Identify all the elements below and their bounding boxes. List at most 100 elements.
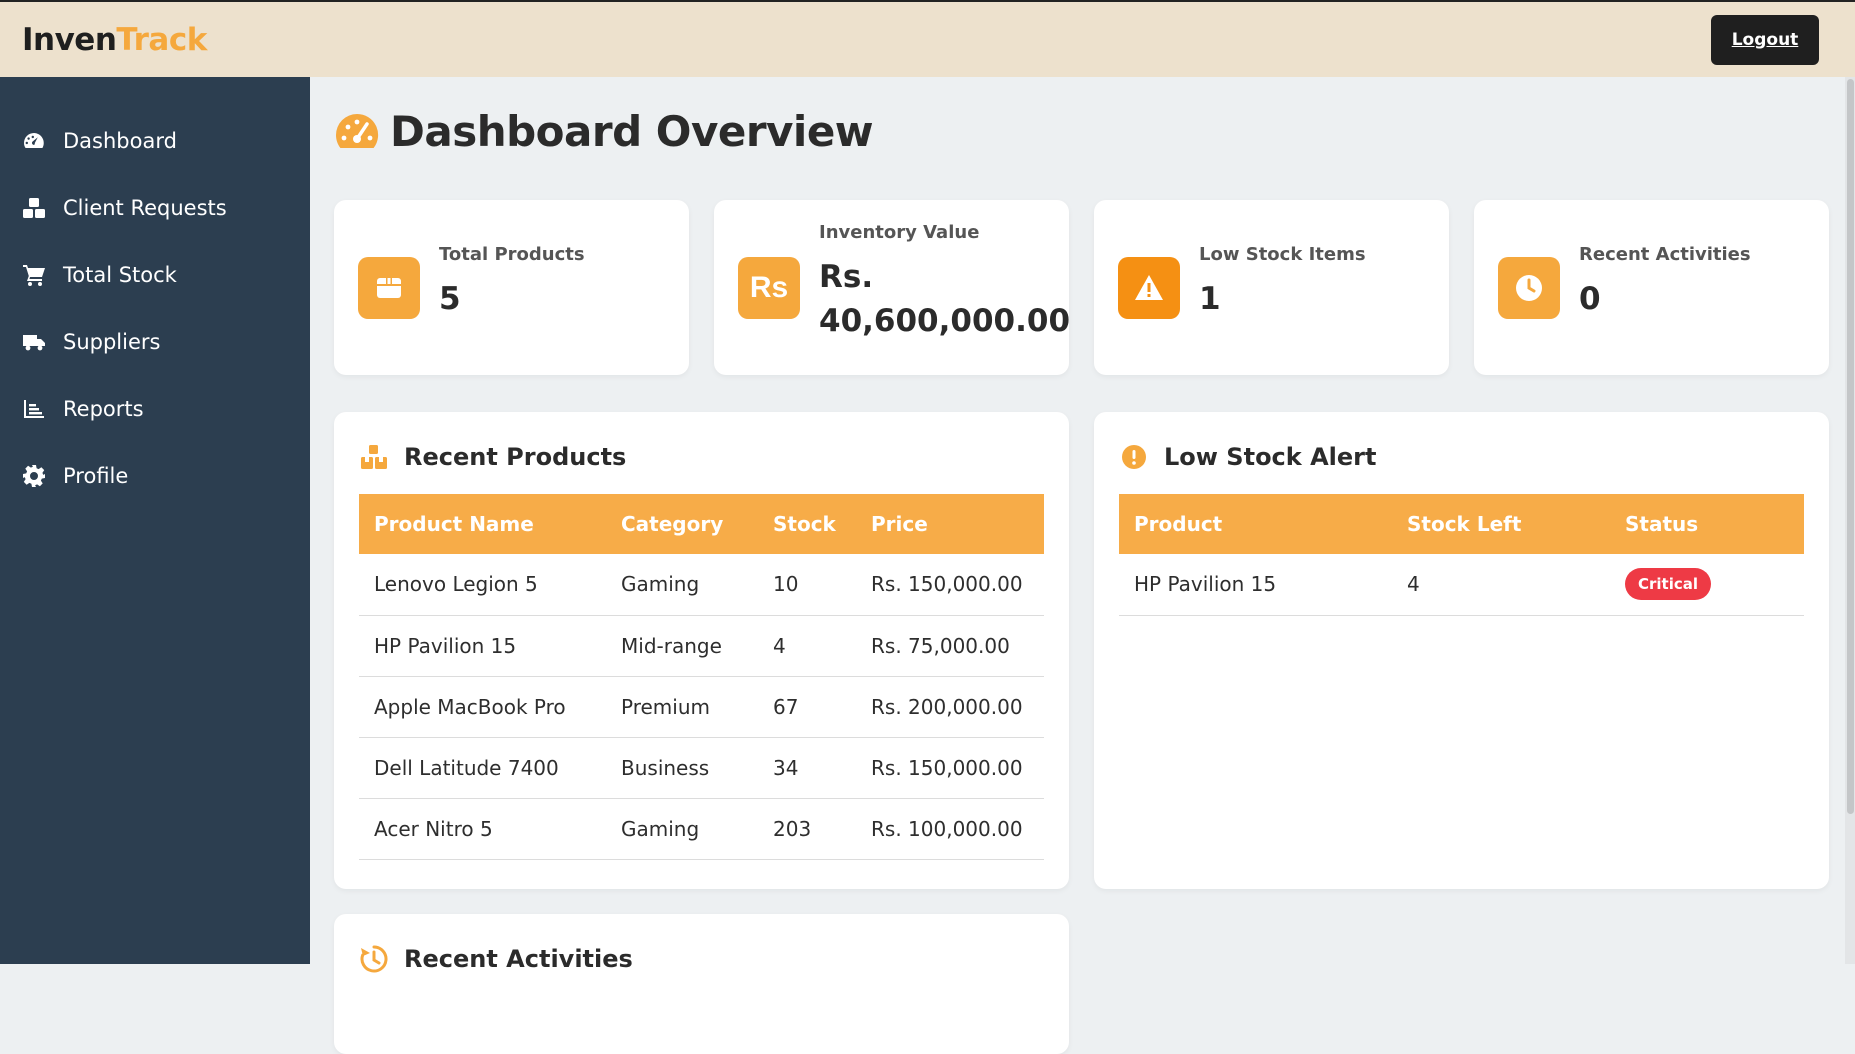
gauge-icon	[336, 113, 379, 148]
panel-title: Low Stock Alert	[1164, 443, 1377, 471]
cart-icon	[21, 262, 47, 288]
sidebar-item-suppliers[interactable]: Suppliers	[0, 308, 310, 375]
cell-stock: 10	[758, 554, 856, 616]
column-header[interactable]: Price	[856, 494, 1044, 554]
sidebar-item-client-requests[interactable]: Client Requests	[0, 174, 310, 241]
recent-activities-panel: Recent Activities	[334, 914, 1069, 1054]
stat-label: Recent Activities	[1579, 244, 1751, 265]
recent-products-table: Product Name Category Stock Price Lenovo…	[359, 494, 1044, 860]
table-row: Apple MacBook Pro Premium 67 Rs. 200,000…	[359, 676, 1044, 738]
table-row: Lenovo Legion 5 Gaming 10 Rs. 150,000.00	[359, 554, 1044, 616]
cell-category: Premium	[606, 676, 758, 738]
cell-stock-left: 4	[1392, 554, 1610, 616]
panel-header: Recent Products	[359, 437, 1044, 477]
stat-card-recent-activities: Recent Activities 0	[1474, 200, 1829, 375]
stat-label: Low Stock Items	[1199, 244, 1366, 265]
panel-header: Low Stock Alert	[1119, 437, 1804, 477]
logo-part-1: Inven	[22, 21, 117, 58]
logo-part-2: Track	[116, 21, 207, 58]
column-header[interactable]: Product	[1119, 494, 1392, 554]
boxes-icon	[361, 445, 387, 469]
cell-product-name: HP Pavilion 15	[359, 615, 606, 677]
stat-card-inventory-value: Rs Inventory Value Rs. 40,600,000.00	[714, 200, 1071, 375]
panel-title: Recent Activities	[404, 945, 633, 973]
alert-circle-icon	[1122, 445, 1146, 469]
stat-value: 1	[1199, 281, 1221, 317]
cell-stock: 67	[758, 676, 856, 738]
gear-icon	[21, 463, 47, 489]
truck-icon	[21, 329, 47, 355]
table-row: Acer Nitro 5 Gaming 203 Rs. 100,000.00	[359, 798, 1044, 860]
status-badge: Critical	[1625, 568, 1712, 601]
cell-price: Rs. 150,000.00	[856, 554, 1044, 616]
cell-category: Gaming	[606, 798, 758, 860]
sidebar-item-profile[interactable]: Profile	[0, 442, 310, 509]
app-logo[interactable]: InvenTrack	[22, 22, 207, 58]
stat-card-total-products: Total Products 5	[334, 200, 689, 375]
stat-value: 5	[439, 281, 461, 317]
sidebar-item-label: Client Requests	[63, 195, 227, 220]
cell-product-name: Acer Nitro 5	[359, 798, 606, 860]
warning-icon	[1118, 256, 1180, 319]
page-header: Dashboard Overview	[334, 107, 874, 156]
stat-value: 0	[1579, 281, 1601, 317]
stat-label: Inventory Value	[819, 222, 980, 243]
page-scrollbar[interactable]	[1845, 77, 1855, 964]
cell-category: Mid-range	[606, 615, 758, 677]
panel-header: Recent Activities	[359, 939, 1044, 979]
table-header-row: Product Name Category Stock Price	[359, 494, 1044, 554]
cell-price: Rs. 200,000.00	[856, 676, 1044, 738]
column-header[interactable]: Product Name	[359, 494, 606, 554]
cell-price: Rs. 150,000.00	[856, 737, 1044, 799]
sidebar-item-label: Dashboard	[63, 128, 177, 153]
stat-label: Total Products	[439, 244, 585, 265]
clock-icon	[1498, 256, 1560, 319]
table-row: Dell Latitude 7400 Business 34 Rs. 150,0…	[359, 737, 1044, 799]
cell-product: HP Pavilion 15	[1119, 554, 1392, 616]
gauge-icon	[21, 128, 47, 154]
stat-card-low-stock-items: Low Stock Items 1	[1094, 200, 1449, 375]
rupee-icon: Rs	[738, 256, 800, 319]
chart-icon	[21, 396, 47, 422]
sidebar-item-total-stock[interactable]: Total Stock	[0, 241, 310, 308]
low-stock-table: Product Stock Left Status HP Pavilion 15…	[1119, 494, 1804, 616]
cell-price: Rs. 75,000.00	[856, 615, 1044, 677]
scrollbar-thumb[interactable]	[1847, 79, 1854, 814]
box-icon	[358, 256, 420, 319]
recent-products-panel: Recent Products Product Name Category St…	[334, 412, 1069, 889]
cell-product-name: Lenovo Legion 5	[359, 554, 606, 616]
cell-price: Rs. 100,000.00	[856, 798, 1044, 860]
logout-button[interactable]: Logout	[1711, 14, 1819, 65]
column-header[interactable]: Stock	[758, 494, 856, 554]
sidebar-item-label: Suppliers	[63, 329, 161, 354]
sidebar-item-dashboard[interactable]: Dashboard	[0, 107, 310, 174]
column-header[interactable]: Category	[606, 494, 758, 554]
sidebar: Dashboard Client Requests Total Stock Su…	[0, 77, 310, 964]
page-title: Dashboard Overview	[390, 107, 874, 156]
cell-product-name: Dell Latitude 7400	[359, 737, 606, 799]
main-content: Dashboard Overview Total Products 5 Rs I…	[310, 77, 1855, 1054]
boxes-icon	[21, 195, 47, 221]
table-row: HP Pavilion 15 Mid-range 4 Rs. 75,000.00	[359, 615, 1044, 677]
cell-category: Business	[606, 737, 758, 799]
column-header[interactable]: Stock Left	[1392, 494, 1610, 554]
sidebar-item-label: Profile	[63, 463, 129, 488]
sidebar-item-reports[interactable]: Reports	[0, 375, 310, 442]
cell-stock: 4	[758, 615, 856, 677]
cell-product-name: Apple MacBook Pro	[359, 676, 606, 738]
cell-stock: 34	[758, 737, 856, 799]
rupee-icon-text: Rs	[749, 270, 789, 304]
table-header-row: Product Stock Left Status	[1119, 494, 1804, 554]
top-bar: InvenTrack Logout	[0, 0, 1855, 77]
cell-stock: 203	[758, 798, 856, 860]
stat-value-line-1: Rs.	[819, 259, 874, 295]
stat-value-line-2: 40,600,000.00	[819, 303, 1071, 339]
sidebar-item-label: Total Stock	[63, 262, 177, 287]
table-row: HP Pavilion 15 4 Critical	[1119, 554, 1804, 616]
cell-category: Gaming	[606, 554, 758, 616]
column-header[interactable]: Status	[1610, 494, 1804, 554]
low-stock-panel: Low Stock Alert Product Stock Left Statu…	[1094, 412, 1829, 889]
cell-status: Critical	[1610, 554, 1804, 616]
sidebar-item-label: Reports	[63, 396, 144, 421]
history-icon	[360, 945, 388, 973]
